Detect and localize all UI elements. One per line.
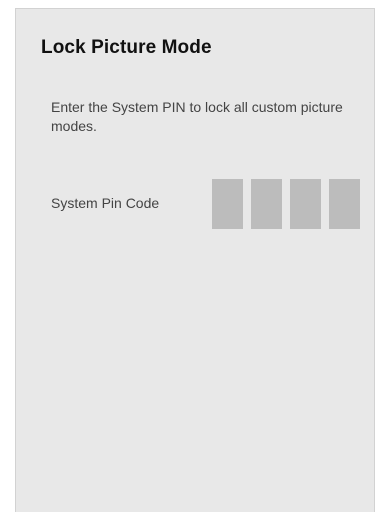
pin-digit-2[interactable] [251,179,282,229]
pin-code-label: System Pin Code [51,195,160,211]
pin-digit-3[interactable] [290,179,321,229]
pin-code-input-group [212,179,360,229]
dialog-description: Enter the System PIN to lock all custom … [51,99,343,134]
dialog-title: Lock Picture Mode [41,37,212,58]
pin-digit-4[interactable] [329,179,360,229]
lock-picture-mode-dialog: Lock Picture Mode Enter the System PIN t… [15,8,375,512]
pin-digit-1[interactable] [212,179,243,229]
